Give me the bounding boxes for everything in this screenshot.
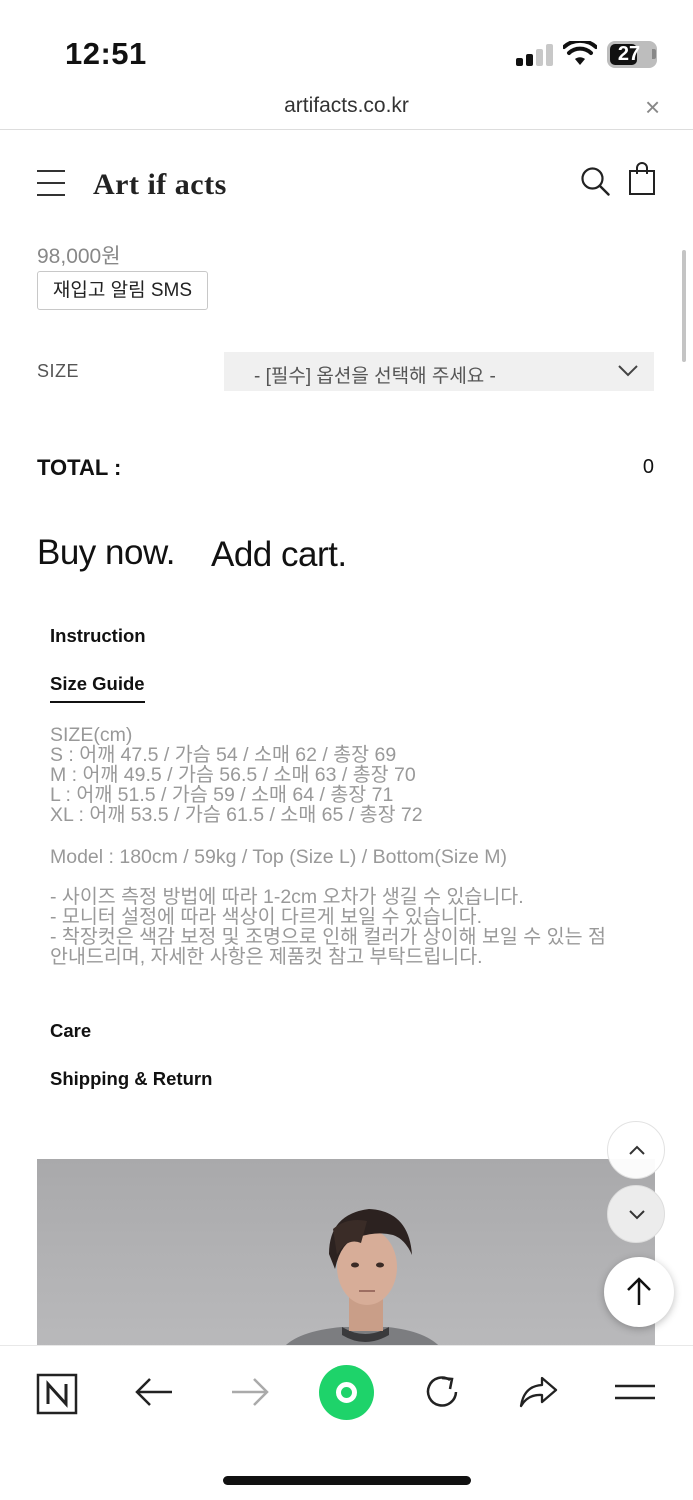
url-text[interactable]: artifacts.co.kr [0,94,693,118]
wifi-icon [563,41,597,65]
product-photo [37,1159,655,1349]
chevron-down-icon [618,365,638,377]
scroll-to-top-button[interactable] [604,1257,674,1327]
tab-instruction[interactable]: Instruction [50,625,146,647]
scrollbar[interactable] [682,250,686,362]
arrow-up-icon [627,1277,651,1305]
note-line: 안내드리며, 자세한 사항은 제품컷 참고 부탁드립니다. [50,946,483,968]
size-select[interactable]: - [필수] 옵션을 선택해 주세요 - [224,352,654,391]
restock-sms-button[interactable]: 재입고 알림 SMS [37,271,208,310]
size-guide-line: XL : 어깨 53.5 / 가슴 61.5 / 소매 65 / 총장 72 [50,804,423,826]
browser-url-bar[interactable]: artifacts.co.kr × [0,90,693,130]
site-logo[interactable]: Art if acts [93,168,227,202]
size-guide-line: S : 어깨 47.5 / 가슴 54 / 소매 62 / 총장 69 [50,744,397,766]
note-line: - 모니터 설정에 따라 색상이 다르게 보일 수 있습니다. [50,906,482,928]
model-info: Model : 180cm / 59kg / Top (Size L) / Bo… [50,847,507,867]
size-guide-line: L : 어깨 51.5 / 가슴 59 / 소매 64 / 총장 71 [50,784,394,806]
green-dot-icon[interactable] [319,1365,374,1420]
site-header: Art if acts [0,150,693,220]
model-info-text: Model : 180cm / 59kg / Top (Size L) / Bo… [50,846,507,868]
chevron-down-icon [629,1210,645,1220]
size-select-value: - [필수] 옵션을 선택해 주세요 - [254,366,496,387]
browser-toolbar [0,1345,693,1500]
buy-now-button[interactable]: Buy now. [37,533,176,573]
note-line: - 착장컷은 색감 보정 및 조명으로 인해 컬러가 상이해 보일 수 있는 점 [50,926,606,948]
hamburger-menu-icon[interactable] [37,170,65,198]
product-price: 98,000원 [37,245,121,268]
battery-level: 27 [617,43,641,65]
size-guide-table: SIZE(cm) S : 어깨 47.5 / 가슴 54 / 소매 62 / 총… [50,725,423,825]
battery-cap [652,49,656,59]
tab-shipping-return[interactable]: Shipping & Return [50,1068,212,1090]
tab-care[interactable]: Care [50,1020,91,1042]
close-icon[interactable]: × [645,92,660,123]
share-icon[interactable] [516,1370,560,1414]
size-label: SIZE [37,361,80,381]
home-indicator[interactable] [223,1476,471,1485]
naver-n-icon[interactable] [35,1372,79,1416]
add-cart-button[interactable]: Add cart. [211,535,347,575]
menu-icon[interactable] [613,1370,657,1414]
tab-size-guide[interactable]: Size Guide [50,673,145,703]
battery-icon: 27 [607,41,657,68]
model-photo-illustration [282,1209,442,1349]
reload-icon[interactable] [420,1370,464,1414]
total-value: 0 [642,456,654,478]
total-label: TOTAL : [37,455,122,480]
cellular-signal-icon [516,44,554,66]
status-time: 12:51 [65,36,147,71]
search-icon[interactable] [580,166,610,196]
scroll-up-button[interactable] [607,1121,665,1179]
size-guide-notes: - 사이즈 측정 방법에 따라 1-2cm 오차가 생길 수 있습니다. - 모… [50,887,606,967]
status-bar: 12:51 27 [0,0,693,90]
chevron-up-icon [629,1145,645,1155]
size-guide-line: M : 어깨 49.5 / 가슴 56.5 / 소매 63 / 총장 70 [50,764,416,786]
note-line: - 사이즈 측정 방법에 따라 1-2cm 오차가 생길 수 있습니다. [50,886,524,908]
size-guide-line: SIZE(cm) [50,724,133,746]
back-arrow-icon[interactable] [132,1370,176,1414]
forward-arrow-icon[interactable] [228,1370,272,1414]
shopping-bag-icon[interactable] [628,162,656,196]
scroll-down-button[interactable] [607,1185,665,1243]
